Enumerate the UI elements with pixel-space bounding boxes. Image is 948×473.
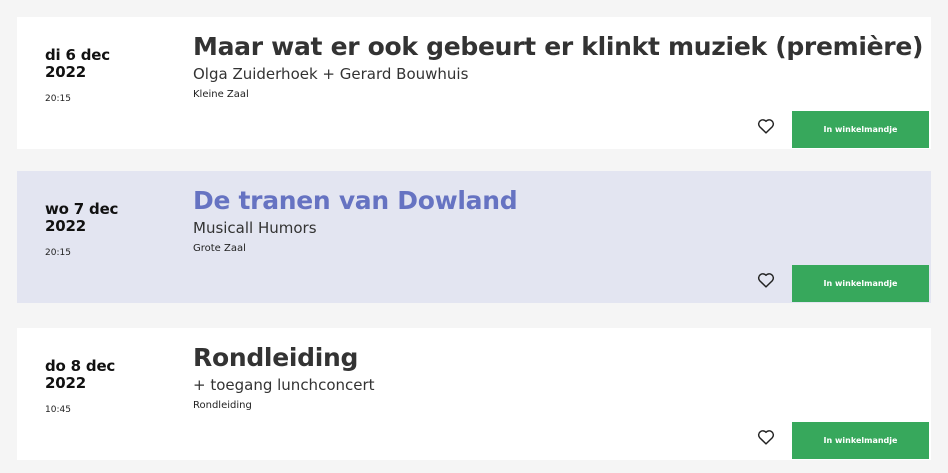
event-subtitle: Olga Zuiderhoek + Gerard Bouwhuis [193,65,469,83]
event-time: 20:15 [45,94,71,104]
event-title[interactable]: De tranen van Dowland [193,185,518,217]
add-to-cart-button[interactable]: In winkelmandje [792,111,929,148]
event-date-year: 2022 [45,63,86,81]
event-subtitle: + toegang lunchconcert [193,376,375,394]
event-card[interactable]: wo 7 dec 2022 20:15 De tranen van Dowlan… [17,171,931,303]
event-venue: Grote Zaal [193,243,246,254]
event-time: 10:45 [45,405,71,415]
event-time: 20:15 [45,248,71,258]
event-date-year: 2022 [45,217,86,235]
event-subtitle: Musicall Humors [193,219,317,237]
event-venue: Rondleiding [193,400,252,411]
event-venue: Kleine Zaal [193,89,249,100]
event-date-day: di 6 dec [45,46,110,64]
event-date-year: 2022 [45,374,86,392]
heart-icon[interactable] [757,118,775,134]
add-to-cart-button[interactable]: In winkelmandje [792,265,929,302]
event-card[interactable]: di 6 dec 2022 20:15 Maar wat er ook gebe… [17,17,931,149]
add-to-cart-button[interactable]: In winkelmandje [792,422,929,459]
event-date-day: wo 7 dec [45,200,119,218]
heart-icon[interactable] [757,429,775,445]
event-card[interactable]: do 8 dec 2022 10:45 Rondleiding + toegan… [17,328,931,460]
heart-icon[interactable] [757,272,775,288]
event-title[interactable]: Rondleiding [193,342,358,374]
event-date-day: do 8 dec [45,357,116,375]
event-title[interactable]: Maar wat er ook gebeurt er klinkt muziek… [193,31,923,63]
